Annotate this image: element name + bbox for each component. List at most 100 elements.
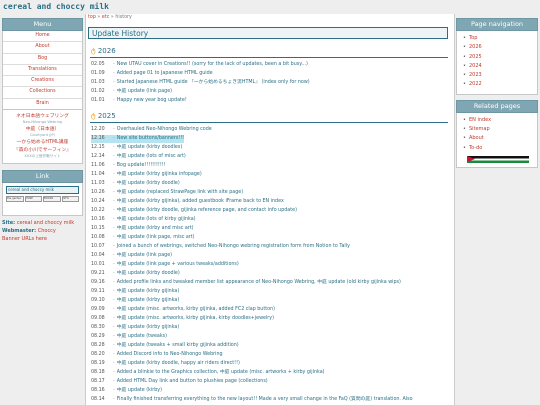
list-item: 10.08 - 中庭 update (link page, misc art) bbox=[91, 234, 195, 242]
entry-date: 09.09 bbox=[91, 307, 105, 312]
entry-separator: - bbox=[113, 289, 115, 294]
nav-item-top[interactable]: Top bbox=[457, 34, 537, 43]
entry-separator: - bbox=[113, 325, 115, 330]
related-pages-title: Related pages bbox=[456, 99, 538, 113]
entry-date: 08.28 bbox=[91, 343, 105, 348]
menu-item-home[interactable]: Home bbox=[3, 31, 82, 43]
small-banner[interactable]: BOOKS bbox=[43, 196, 61, 203]
small-banner[interactable]: MUSE bbox=[24, 196, 42, 203]
flower-icon: ტ bbox=[91, 112, 96, 120]
list-item: 12.14 - 中庭 update (lots of misc art) bbox=[91, 153, 186, 161]
year-divider bbox=[90, 57, 448, 58]
year-heading-2026: ტ 2026 bbox=[91, 47, 116, 55]
entry-date: 10.22 bbox=[91, 208, 105, 213]
entry-separator: - bbox=[113, 397, 115, 402]
entry-date: 11.03 bbox=[91, 181, 105, 186]
page-navigation: Top 2026 2025 2024 2023 2022 bbox=[456, 31, 538, 95]
related-pages: Related pages EN index Sitemap About To-… bbox=[456, 99, 538, 168]
entry-separator: - bbox=[113, 217, 115, 222]
flower-icon: ტ bbox=[91, 47, 96, 55]
webmaster-value: Choccy bbox=[37, 228, 56, 235]
entry-text: Finally finished transferring everything… bbox=[116, 397, 413, 402]
year-label: 2025 bbox=[97, 112, 116, 120]
page-title: Update History bbox=[88, 27, 448, 39]
small-banner[interactable]: the garden bbox=[6, 196, 24, 203]
page-navigation-title: Page navigation bbox=[456, 18, 538, 31]
entry-date: 11.06 bbox=[91, 163, 105, 168]
entry-text: 中庭 update (lots of kirby gijinka) bbox=[116, 217, 196, 222]
nav-item-2022[interactable]: 2022 bbox=[457, 80, 537, 89]
small-banner[interactable]: INFO bbox=[61, 196, 79, 203]
nav-item-2023[interactable]: 2023 bbox=[457, 71, 537, 80]
entry-text: Happy new year bog update! bbox=[116, 98, 187, 103]
related-item-en-index[interactable]: EN index bbox=[457, 116, 537, 125]
list-item: 08.16 - 中庭 update (kirby) bbox=[91, 387, 162, 395]
entry-date: 09.10 bbox=[91, 298, 105, 303]
jp-link-surfing[interactable]: 『森の小川でサーフィン』 XXXの上陸作戦サイト bbox=[3, 148, 82, 159]
list-item: 10.07 - Joined a bunch of webrings, switch… bbox=[91, 243, 350, 251]
menu-item-collections[interactable]: Collections bbox=[3, 87, 82, 99]
entry-separator: - bbox=[113, 262, 115, 267]
entry-text: 中庭 update (kirby and misc art) bbox=[116, 226, 194, 231]
entry-text: Overhauled Neo-Nihongo Webring code bbox=[116, 127, 212, 132]
entry-text: 中庭 update (link page, misc art) bbox=[116, 235, 195, 240]
entry-separator: - bbox=[113, 370, 115, 375]
menu-item-translations[interactable]: Translations bbox=[3, 65, 82, 77]
site-banner[interactable]: cereal and choccy milk bbox=[6, 186, 79, 195]
entry-separator: - bbox=[113, 127, 115, 132]
jp-link-courtyard[interactable]: 中庭（日本語） Courtyard (JP) bbox=[3, 127, 82, 138]
entry-date: 09.21 bbox=[91, 271, 105, 276]
entry-date: 08.19 bbox=[91, 361, 105, 366]
webmaster-label: Webmaster: bbox=[2, 228, 37, 235]
breadcrumb-etc[interactable]: etc bbox=[102, 15, 109, 20]
related-item-todo[interactable]: To-do bbox=[457, 144, 537, 153]
nav-item-2025[interactable]: 2025 bbox=[457, 53, 537, 62]
menu-item-about[interactable]: About bbox=[3, 42, 82, 54]
related-pages-list: EN index Sitemap About To-do bbox=[456, 112, 538, 168]
list-item: 10.01 - 中庭 update (link page + various twe… bbox=[91, 261, 239, 269]
nav-item-2024[interactable]: 2024 bbox=[457, 62, 537, 71]
list-item: 08.14 - Finally finished transferring ever… bbox=[91, 396, 413, 404]
entry-date: 08.17 bbox=[91, 379, 105, 384]
entry-date: 09.08 bbox=[91, 316, 105, 321]
entry-text: Added a blinkie to the Graphics collecti… bbox=[116, 370, 325, 375]
entry-date: 10.24 bbox=[91, 199, 105, 204]
entry-text: New site buttons/banners!!! bbox=[116, 136, 185, 141]
jp-link-webring[interactable]: ネオ日本語ウェブリング Neo-Nihongo Webring bbox=[3, 114, 82, 125]
breadcrumb-top[interactable]: top bbox=[88, 15, 96, 20]
entry-separator: - bbox=[113, 244, 115, 249]
palestine-flag-banner[interactable] bbox=[467, 155, 529, 163]
entry-text: Added profile links and tweaked member l… bbox=[116, 280, 401, 285]
year-label: 2026 bbox=[97, 47, 116, 55]
related-item-sitemap[interactable]: Sitemap bbox=[457, 125, 537, 134]
menu-item-brain[interactable]: Brain bbox=[3, 99, 82, 109]
menu-item-creations[interactable]: Creations bbox=[3, 76, 82, 88]
entry-text: 中庭 update (kirby gijinka infopage) bbox=[116, 172, 202, 177]
entry-separator: - bbox=[113, 352, 115, 357]
menu-item-bog[interactable]: Bog bbox=[3, 54, 82, 65]
entry-date: 09.16 bbox=[91, 280, 105, 285]
entry-text: Bog update!!!!!!!!!!! bbox=[116, 163, 166, 168]
entry-separator: - bbox=[113, 361, 115, 366]
entry-date: 08.14 bbox=[91, 397, 105, 402]
entry-date: 12.20 bbox=[91, 127, 105, 132]
jp-link-html-guide[interactable]: 一から始めるHTML講座 bbox=[3, 140, 82, 146]
entry-date: 10.15 bbox=[91, 226, 105, 231]
entry-separator: - bbox=[113, 298, 115, 303]
entry-text: 中庭 update (tweaks + small kirby gijinka … bbox=[116, 343, 239, 348]
site-value: cereal and choccy milk bbox=[16, 220, 75, 227]
nav-item-2026[interactable]: 2026 bbox=[457, 43, 537, 52]
related-item-about[interactable]: About bbox=[457, 134, 537, 143]
entry-date: 10.16 bbox=[91, 217, 105, 222]
banner-urls-link[interactable]: Banner URLs here bbox=[2, 236, 47, 242]
entry-text: 中庭 update (kirby gijinka) bbox=[116, 298, 180, 303]
list-item: 08.17 - Added HTML Day link and button to … bbox=[91, 378, 268, 386]
entry-text: Added page 01 to Japanese HTML guide bbox=[116, 71, 213, 76]
site-title[interactable]: cereal and choccy milk bbox=[3, 2, 109, 11]
list-item: 09.09 - 中庭 update (misc. artworks, kirby g… bbox=[91, 306, 275, 314]
entry-separator: - bbox=[113, 226, 115, 231]
link-body: cereal and choccy milk the garden MUSE B… bbox=[2, 183, 83, 217]
entry-text: 中庭 update (kirby doodle, gijinka referen… bbox=[116, 208, 297, 213]
list-item: 01.09- Added page 01 to Japanese HTML gui… bbox=[91, 71, 213, 76]
jp-link-title[interactable]: 一から始めるHTML講座 bbox=[3, 140, 82, 146]
